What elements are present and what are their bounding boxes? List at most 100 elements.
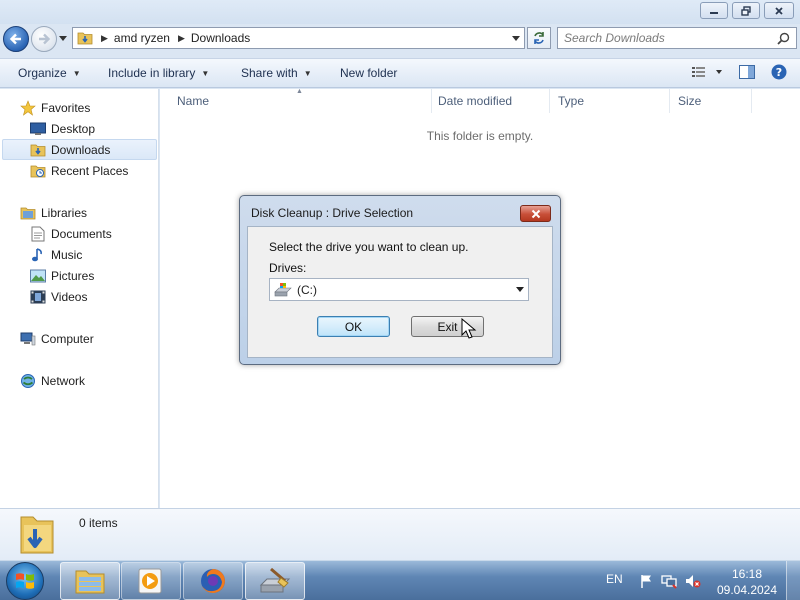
nav-computer-label: Computer: [41, 331, 94, 346]
column-header-type[interactable]: Type: [550, 89, 670, 113]
minimize-button[interactable]: [700, 2, 728, 19]
minimize-icon: [710, 11, 718, 14]
nav-videos-label: Videos: [51, 289, 88, 304]
refresh-button[interactable]: [527, 27, 551, 49]
nav-desktop-label: Desktop: [51, 121, 96, 136]
preview-pane-icon: [739, 65, 755, 79]
search-placeholder: Search Downloads: [564, 31, 665, 45]
show-desktop-button[interactable]: [786, 561, 800, 600]
ok-label: OK: [344, 319, 363, 334]
nav-downloads[interactable]: Downloads: [2, 139, 157, 160]
nav-network-label: Network: [41, 373, 86, 388]
close-button[interactable]: [764, 2, 794, 19]
address-bar[interactable]: ▶ amd ryzen ▶ Downloads: [72, 27, 525, 49]
svg-text:?: ?: [776, 66, 782, 79]
help-button[interactable]: ?: [770, 64, 788, 80]
taskbar-media-player[interactable]: [121, 562, 181, 600]
search-input[interactable]: Search Downloads: [557, 27, 797, 49]
nav-pictures-label: Pictures: [51, 268, 95, 283]
share-with-menu[interactable]: Share with ▼: [241, 66, 312, 80]
refresh-icon: [534, 32, 544, 44]
chevron-down-icon: ▼: [201, 68, 210, 78]
column-date-modified-label: Date modified: [438, 94, 513, 108]
taskbar: EN 16:18 09.04.2024: [0, 560, 800, 600]
action-center-flag-icon[interactable]: [639, 573, 655, 589]
nav-favorites-label: Favorites: [41, 100, 91, 115]
dialog-close-button[interactable]: [520, 205, 551, 222]
preview-pane-button[interactable]: [738, 64, 756, 80]
title-bar[interactable]: [0, 0, 800, 24]
exit-label: Exit: [437, 319, 458, 334]
documents-icon: [30, 226, 46, 242]
videos-icon: [30, 289, 46, 305]
downloads-folder-icon: [20, 516, 54, 554]
star-icon: [20, 99, 36, 116]
pictures-icon: [30, 268, 46, 284]
nav-documents[interactable]: Documents: [30, 223, 156, 244]
windows-logo-icon: [16, 573, 34, 589]
column-header-date-modified[interactable]: Date modified: [430, 89, 550, 113]
breadcrumb-amd-ryzen[interactable]: amd ryzen: [114, 31, 170, 45]
taskbar-firefox[interactable]: [183, 562, 243, 600]
volume-muted-icon[interactable]: [685, 573, 701, 589]
taskbar-windows-explorer[interactable]: [60, 562, 120, 600]
nav-documents-label: Documents: [51, 226, 112, 241]
media-player-icon: [138, 568, 162, 594]
nav-favorites[interactable]: Favorites: [20, 97, 177, 118]
include-in-library-menu[interactable]: Include in library ▼: [108, 66, 209, 80]
back-arrow-icon: [9, 33, 21, 45]
close-icon: [531, 209, 540, 218]
taskbar-disk-cleanup[interactable]: [245, 562, 305, 600]
change-view-button[interactable]: [690, 64, 724, 80]
language-indicator[interactable]: EN: [606, 572, 623, 586]
nav-recent-places[interactable]: Recent Places: [30, 160, 156, 181]
drive-select[interactable]: (C:): [269, 278, 529, 301]
windows-explorer-icon: [75, 570, 105, 594]
address-row: ▶ amd ryzen ▶ Downloads Search Downloads: [0, 24, 800, 54]
clock-time: 16:18: [731, 567, 763, 581]
empty-folder-message: This folder is empty.: [426, 129, 534, 143]
forward-arrow-icon: [39, 33, 51, 45]
search-icon: [777, 32, 790, 45]
forward-button[interactable]: [31, 26, 57, 52]
organize-menu[interactable]: Organize ▼: [18, 66, 81, 80]
dialog-body: Select the drive you want to clean up. D…: [247, 226, 553, 358]
nav-libraries-label: Libraries: [41, 205, 88, 220]
nav-music[interactable]: Music: [30, 244, 156, 265]
dialog-title: Disk Cleanup : Drive Selection: [251, 206, 414, 220]
nav-videos[interactable]: Videos: [30, 286, 156, 307]
dialog-prompt: Select the drive you want to clean up.: [269, 240, 469, 254]
music-icon: [30, 247, 46, 263]
ok-button[interactable]: OK: [317, 316, 390, 337]
nav-desktop[interactable]: Desktop: [30, 118, 156, 139]
desktop-icon: [30, 121, 46, 137]
item-count: 0 items: [79, 516, 118, 530]
mouse-cursor-icon: [461, 318, 477, 339]
network-icon: [20, 373, 36, 389]
breadcrumb-separator[interactable]: ▶: [178, 33, 185, 44]
chevron-down-icon[interactable]: [512, 34, 520, 42]
new-folder-button[interactable]: New folder: [340, 66, 397, 80]
column-header-name[interactable]: Name: [169, 89, 432, 113]
back-button[interactable]: [3, 26, 29, 52]
firefox-icon: [201, 569, 225, 593]
nav-computer[interactable]: Computer: [20, 328, 177, 349]
libraries-icon: [20, 205, 36, 221]
nav-recent-places-label: Recent Places: [51, 163, 129, 178]
new-folder-label: New folder: [340, 66, 398, 80]
recent-pages-dropdown[interactable]: [58, 34, 68, 44]
column-header-size[interactable]: Size: [670, 89, 752, 113]
restore-button[interactable]: [732, 2, 760, 19]
chevron-down-icon: [516, 287, 524, 292]
nav-libraries[interactable]: Libraries: [20, 202, 177, 223]
network-status-icon[interactable]: [661, 573, 677, 589]
nav-network[interactable]: Network: [20, 370, 177, 391]
start-button[interactable]: [6, 562, 44, 600]
system-clock[interactable]: 16:18 09.04.2024: [716, 566, 778, 598]
breadcrumb-separator[interactable]: ▶: [101, 33, 108, 44]
drives-label: Drives:: [269, 261, 307, 275]
help-icon: ?: [771, 64, 787, 80]
nav-pictures[interactable]: Pictures: [30, 265, 156, 286]
column-name-label: Name: [177, 94, 210, 108]
breadcrumb-downloads[interactable]: Downloads: [191, 31, 250, 45]
